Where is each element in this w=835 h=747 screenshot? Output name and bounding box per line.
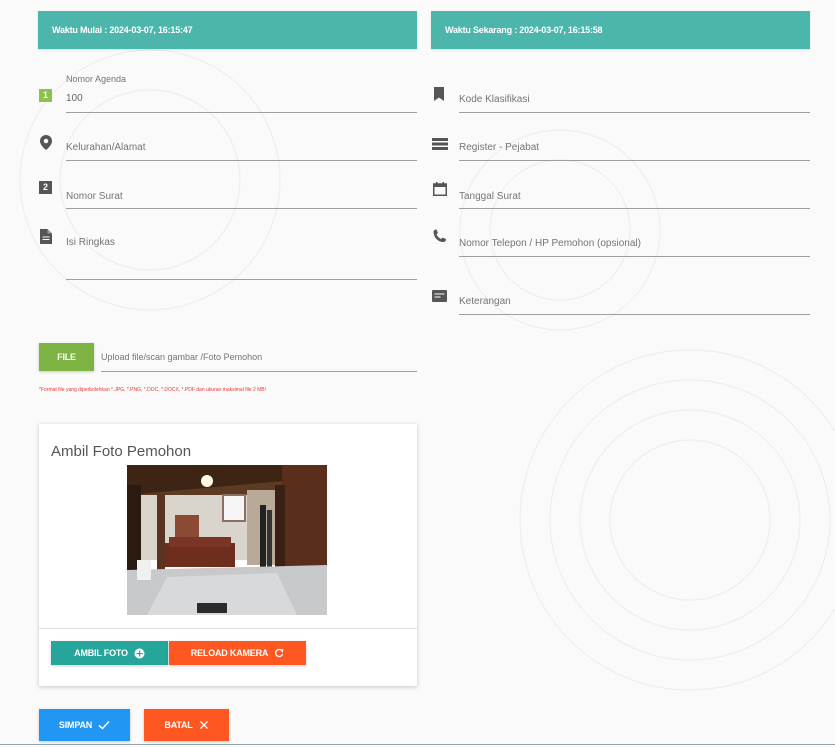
looks-two-icon: 2 [39,181,52,194]
kode-klasifikasi-field[interactable]: Kode Klasifikasi [459,82,810,113]
nomor-telepon-underline [459,256,810,257]
save-button-label: SIMPAN [58,720,93,730]
take-photo-label: AMBIL FOTO [74,648,128,658]
file-path-placeholder: Upload file/scan gambar /Foto Pemohon [101,352,263,362]
cancel-button[interactable]: BATAL [144,709,229,741]
calendar-icon [433,182,447,196]
file-path-input[interactable]: Upload file/scan gambar /Foto Pemohon [101,342,417,372]
kode-klasifikasi-underline [459,112,810,113]
camera-card-title: Ambil Foto Pemohon [51,443,192,460]
nomor-agenda-underline [66,112,417,113]
isi-ringkas-underline [66,279,417,280]
close-icon [199,721,208,729]
location-pin-icon [40,135,52,150]
nomor-agenda-value: 100 [66,93,83,104]
kelurahan-alamat-underline [66,160,417,161]
nomor-telepon-field[interactable]: Nomor Telepon / HP Pemohon (opsional) [459,226,810,257]
camera-preview-image [127,465,327,615]
register-pejabat-field[interactable]: Register - Pejabat [459,130,810,161]
nomor-surat-underline [66,208,417,209]
kelurahan-alamat-field[interactable]: Kelurahan/Alamat [66,130,417,161]
keterangan-label: Keterangan [459,296,511,307]
list-icon [432,138,448,150]
camera-card-divider [39,628,417,629]
nomor-surat-label: Nomor Surat [66,191,123,202]
reload-camera-label: RELOAD KAMERA [190,648,269,658]
add-circle-icon [134,648,145,658]
page-bottom-border [0,744,835,745]
kelurahan-alamat-label: Kelurahan/Alamat [66,142,146,153]
looks-one-icon: 1 [39,89,52,102]
camera-card: Ambil Foto Pemohon AMBIL FOTO RELOAD KAM… [39,424,417,686]
file-path-underline [101,371,417,372]
keterangan-underline [459,314,810,315]
nomor-surat-field[interactable]: Nomor Surat [66,178,417,209]
tanggal-surat-field[interactable]: Tanggal Surat [459,178,810,209]
take-photo-button[interactable]: AMBIL FOTO [51,641,168,665]
start-time-bar: Waktu Mulai : 2024-03-07, 16:15:47 [38,11,417,49]
register-pejabat-label: Register - Pejabat [459,142,540,153]
file-upload-button-label: FILE [57,352,76,362]
cancel-button-label: BATAL [164,720,193,730]
tanggal-surat-underline [459,208,810,209]
file-format-warning: *Format file yang diperbolehkan *.JPG, *… [39,387,267,393]
phone-icon [433,229,446,242]
isi-ringkas-label: Isi Ringkas [66,237,115,248]
notes-icon [432,290,447,302]
nomor-agenda-field[interactable]: Nomor Agenda 100 [66,70,417,113]
nomor-telepon-label: Nomor Telepon / HP Pemohon (opsional) [459,238,641,249]
check-icon [98,720,110,730]
keterangan-field[interactable]: Keterangan [459,284,810,315]
kode-klasifikasi-label: Kode Klasifikasi [459,94,530,105]
register-pejabat-underline [459,160,810,161]
file-upload-button[interactable]: FILE [39,343,94,371]
nomor-agenda-label: Nomor Agenda [66,74,127,84]
reload-camera-button[interactable]: RELOAD KAMERA [169,641,306,665]
save-button[interactable]: SIMPAN [39,709,130,741]
looks-two-digit: 2 [42,182,48,192]
start-time-text: Waktu Mulai : 2024-03-07, 16:15:47 [52,25,193,35]
isi-ringkas-field[interactable]: Isi Ringkas [66,228,417,280]
tanggal-surat-label: Tanggal Surat [459,191,521,202]
refresh-icon [275,648,284,658]
looks-one-digit: 1 [42,90,48,100]
bookmark-icon [434,87,444,101]
current-time-text: Waktu Sekarang : 2024-03-07, 16:15:58 [445,25,603,35]
document-icon [40,229,52,244]
current-time-bar: Waktu Sekarang : 2024-03-07, 16:15:58 [431,11,810,49]
